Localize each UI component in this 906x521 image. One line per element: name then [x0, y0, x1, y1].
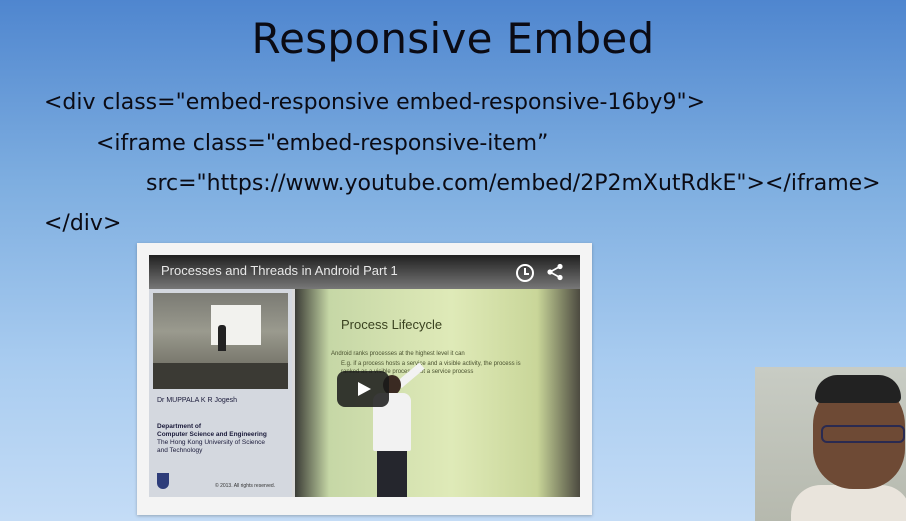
webcam-glasses — [821, 425, 905, 443]
video-header: Processes and Threads in Android Part 1 — [149, 255, 580, 289]
code-line-div-open: <div class="embed-responsive embed-respo… — [44, 90, 705, 115]
projected-bullet-2: E.g. if a process hosts a service and a … — [341, 361, 521, 367]
classroom-person — [218, 325, 226, 351]
university-logo — [157, 473, 169, 489]
video-player[interactable]: Processes and Threads in Android Part 1 … — [149, 255, 580, 497]
presenter-legs — [377, 451, 407, 497]
video-title[interactable]: Processes and Threads in Android Part 1 — [161, 263, 398, 278]
lecturer-name: Dr MUPPALA K R Jogesh — [157, 397, 238, 404]
university-line-2: and Technology — [157, 447, 203, 454]
webcam-hair — [815, 375, 901, 403]
clock-icon[interactable] — [516, 264, 534, 282]
code-line-iframe-open: <iframe class="embed-responsive-item” — [96, 131, 549, 156]
share-icon[interactable] — [546, 263, 564, 281]
projected-slide-title: Process Lifecycle — [341, 317, 443, 332]
code-line-iframe-src: src="https://www.youtube.com/embed/2P2mX… — [146, 171, 881, 196]
slide-title: Responsive Embed — [251, 14, 655, 63]
webcam-shirt — [791, 485, 906, 521]
webcam-overlay — [755, 367, 906, 521]
classroom-photo — [153, 293, 288, 389]
projected-bullet-1: Android ranks processes at the highest l… — [331, 351, 465, 357]
copyright-notice: © 2013. All rights reserved. — [215, 483, 276, 489]
lecture-info-pane: Dr MUPPALA K R Jogesh Department of Comp… — [149, 289, 292, 497]
embedded-video-frame: Processes and Threads in Android Part 1 … — [137, 243, 592, 515]
department-text: Department of Computer Science and Engin… — [157, 423, 287, 455]
play-icon[interactable] — [337, 371, 389, 407]
department-line-2: Computer Science and Engineering — [157, 431, 267, 438]
university-line-1: The Hong Kong University of Science — [157, 439, 266, 446]
department-line-1: Department of — [157, 423, 202, 430]
classroom-desk — [153, 363, 288, 389]
code-line-div-close: </div> — [44, 211, 122, 236]
